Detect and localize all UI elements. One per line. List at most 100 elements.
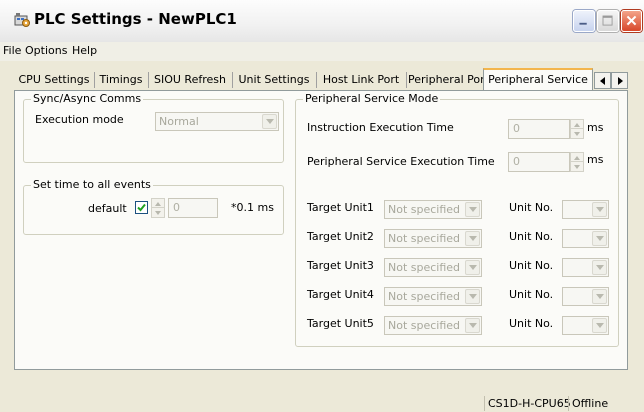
- menu-bar: File Options Help: [0, 42, 644, 61]
- target-unit-select[interactable]: Not specified: [384, 287, 482, 306]
- dropdown-button[interactable]: [465, 289, 480, 304]
- menu-help[interactable]: Help: [72, 44, 97, 57]
- plc-settings-app-icon[interactable]: [14, 11, 31, 28]
- target-unit-value: Not specified: [388, 232, 461, 245]
- maximize-button[interactable]: [597, 10, 619, 32]
- peripheral-service-mode-title: Peripheral Service Mode: [303, 92, 441, 105]
- dropdown-button[interactable]: [592, 318, 607, 333]
- status-bar: CS1D-H-CPU65 Offline: [0, 395, 644, 412]
- unit-no-label: Unit No.: [509, 259, 554, 272]
- unit-no-select[interactable]: [562, 287, 609, 306]
- tab-scroll-right-button[interactable]: [611, 72, 628, 89]
- unit-no-select[interactable]: [562, 229, 609, 248]
- instruction-execution-unit: ms: [587, 121, 604, 134]
- events-spinner[interactable]: [151, 198, 165, 218]
- tab-unit-settings[interactable]: Unit Settings: [234, 70, 314, 90]
- target-unit-row: Target Unit5 Not specified Unit No.: [296, 314, 616, 336]
- target-unit-select[interactable]: Not specified: [384, 316, 482, 335]
- peripheral-service-mode-group: Peripheral Service Mode Instruction Exec…: [295, 92, 619, 347]
- tab-separator: [316, 72, 317, 88]
- close-button[interactable]: [621, 10, 642, 32]
- target-unit-row: Target Unit2 Not specified Unit No.: [296, 227, 616, 249]
- arrow-left-icon: [600, 77, 605, 85]
- spin-down-button[interactable]: [571, 162, 583, 171]
- chevron-down-icon: [469, 236, 477, 241]
- target-unit-select[interactable]: Not specified: [384, 229, 482, 248]
- chevron-down-icon: [596, 207, 604, 212]
- minimize-button[interactable]: [573, 10, 595, 32]
- target-unit-label: Target Unit1: [307, 201, 374, 214]
- chevron-down-icon: [469, 207, 477, 212]
- tab-siou-refresh[interactable]: SIOU Refresh: [150, 70, 230, 90]
- title-bar[interactable]: PLC Settings - NewPLC1: [0, 0, 644, 42]
- dropdown-button[interactable]: [592, 231, 607, 246]
- target-unit-row: Target Unit4 Not specified Unit No.: [296, 285, 616, 307]
- dropdown-button[interactable]: [465, 202, 480, 217]
- execution-mode-label: Execution mode: [35, 113, 124, 126]
- dropdown-button[interactable]: [465, 318, 480, 333]
- chevron-down-icon: [596, 323, 604, 328]
- unit-no-select[interactable]: [562, 258, 609, 277]
- chevron-down-icon: [469, 323, 477, 328]
- execution-mode-value: Normal: [159, 115, 199, 128]
- menu-file[interactable]: File: [3, 44, 21, 57]
- tab-peripheral-service[interactable]: Peripheral Service: [483, 68, 593, 91]
- dropdown-button[interactable]: [465, 231, 480, 246]
- instruction-execution-input[interactable]: 0: [508, 119, 570, 139]
- tab-separator: [148, 72, 149, 88]
- dropdown-button[interactable]: [592, 260, 607, 275]
- tab-cpu-settings[interactable]: CPU Settings: [16, 70, 92, 90]
- tab-peripheral-port[interactable]: Peripheral Port: [408, 70, 489, 90]
- default-checkbox[interactable]: [135, 201, 148, 214]
- dropdown-button[interactable]: [465, 260, 480, 275]
- tab-scroll-left-button[interactable]: [594, 72, 611, 89]
- target-unit-select[interactable]: Not specified: [384, 258, 482, 277]
- instruction-execution-spinner[interactable]: [570, 119, 584, 139]
- spin-up-button[interactable]: [152, 199, 164, 208]
- peripheral-service-panel: Sync/Async Comms Execution mode Normal S…: [14, 90, 628, 370]
- instruction-execution-value: 0: [513, 122, 520, 135]
- plc-settings-window: PLC Settings - NewPLC1 File Options Help…: [0, 0, 644, 412]
- dropdown-button[interactable]: [592, 289, 607, 304]
- peripheral-service-execution-unit: ms: [587, 153, 604, 166]
- events-time-unit: *0.1 ms: [231, 201, 274, 214]
- dropdown-button[interactable]: [262, 114, 277, 129]
- sync-async-group: Sync/Async Comms Execution mode Normal: [23, 92, 284, 163]
- unit-no-label: Unit No.: [509, 317, 554, 330]
- unit-no-select[interactable]: [562, 316, 609, 335]
- execution-mode-select[interactable]: Normal: [155, 112, 279, 131]
- instruction-execution-label: Instruction Execution Time: [307, 121, 454, 134]
- unit-no-label: Unit No.: [509, 230, 554, 243]
- unit-no-select[interactable]: [562, 200, 609, 219]
- spin-up-button[interactable]: [571, 153, 583, 162]
- tab-separator: [232, 72, 233, 88]
- arrow-up-icon: [574, 156, 580, 160]
- peripheral-service-execution-input[interactable]: 0: [508, 152, 570, 172]
- tab-separator: [94, 72, 95, 88]
- spin-up-button[interactable]: [571, 120, 583, 129]
- unit-no-label: Unit No.: [509, 201, 554, 214]
- menu-options[interactable]: Options: [25, 44, 67, 57]
- chevron-down-icon: [596, 294, 604, 299]
- tab-timings[interactable]: Timings: [96, 70, 146, 90]
- events-time-input[interactable]: 0: [168, 198, 218, 218]
- chevron-down-icon: [596, 265, 604, 270]
- target-unit-select[interactable]: Not specified: [384, 200, 482, 219]
- chevron-down-icon: [469, 265, 477, 270]
- set-time-group-title: Set time to all events: [31, 178, 153, 191]
- peripheral-service-execution-spinner[interactable]: [570, 152, 584, 172]
- dropdown-button[interactable]: [592, 202, 607, 217]
- arrow-right-icon: [618, 77, 623, 85]
- target-unit-label: Target Unit4: [307, 288, 374, 301]
- spin-down-button[interactable]: [571, 129, 583, 138]
- target-unit-value: Not specified: [388, 319, 461, 332]
- target-unit-row: Target Unit1 Not specified Unit No.: [296, 198, 616, 220]
- target-unit-label: Target Unit3: [307, 259, 374, 272]
- close-icon: [626, 15, 637, 26]
- minimize-icon: [579, 22, 587, 25]
- default-label: default: [88, 202, 127, 215]
- target-unit-label: Target Unit2: [307, 230, 374, 243]
- tab-host-link-port[interactable]: Host Link Port: [318, 70, 404, 90]
- spin-down-button[interactable]: [152, 208, 164, 217]
- arrow-up-icon: [574, 123, 580, 127]
